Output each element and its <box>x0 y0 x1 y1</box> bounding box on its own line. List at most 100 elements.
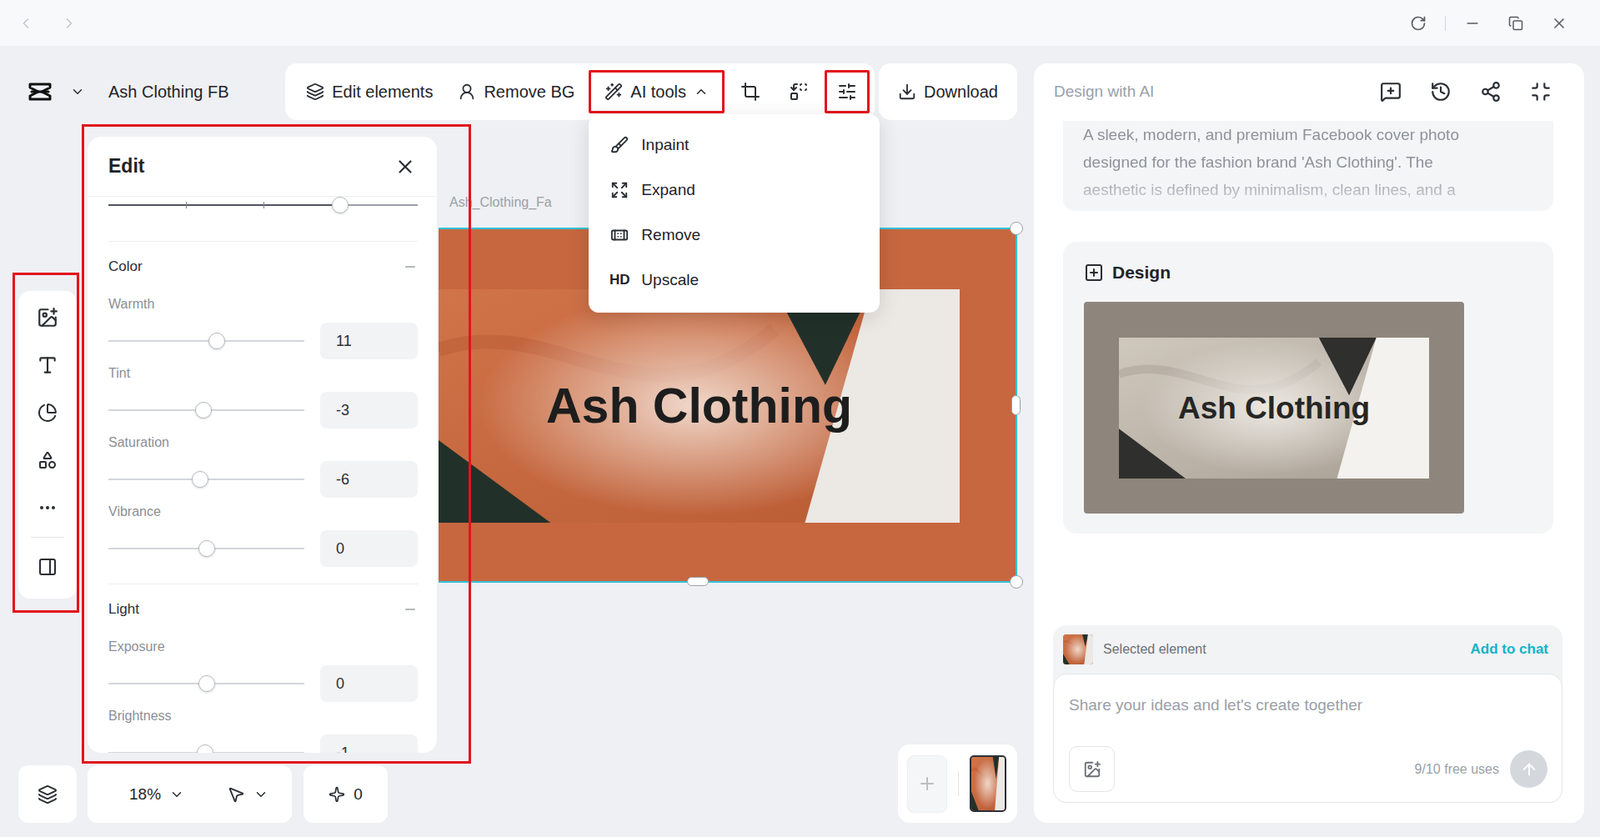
separator <box>108 240 418 242</box>
side-button[interactable] <box>25 391 70 435</box>
slider-thumb[interactable] <box>198 540 216 557</box>
slider[interactable] <box>108 744 305 753</box>
chevron-down-icon[interactable] <box>70 84 86 100</box>
slider[interactable] <box>108 401 305 419</box>
slider-label: Vibrance <box>108 503 418 521</box>
design-card-header: Design <box>1083 260 1554 286</box>
side-button[interactable] <box>25 343 70 387</box>
attach-image-button[interactable] <box>1068 746 1115 793</box>
prompt-card: A sleek, modern, and premium Facebook co… <box>1063 120 1554 211</box>
menu-item[interactable]: HDUpscale <box>588 257 880 303</box>
collapse-icon[interactable] <box>402 259 418 275</box>
side-toolbar <box>18 290 77 599</box>
slider-thumb[interactable] <box>191 471 209 488</box>
chat-input[interactable]: Share your ideas and let's create togeth… <box>1053 673 1563 803</box>
add-to-chat-button[interactable]: Add to chat <box>1470 641 1550 658</box>
page-thumbnail[interactable] <box>969 755 1007 813</box>
slider-tick <box>263 201 265 209</box>
share-icon[interactable] <box>1479 80 1502 103</box>
workspace: Ash Clothing FB Edit elementsRemove BGAI … <box>16 63 1021 823</box>
replace-icon <box>788 81 809 102</box>
shapes-icon <box>37 450 58 471</box>
project-title[interactable]: Ash Clothing FB <box>108 82 230 102</box>
side-button[interactable] <box>25 486 70 530</box>
value-field[interactable]: 0 <box>320 530 418 567</box>
layers-button[interactable] <box>18 765 77 823</box>
capcut-logo-icon <box>26 80 54 103</box>
design-heading: Ash Clothing <box>438 289 960 523</box>
minimize-icon[interactable] <box>1464 15 1481 32</box>
menu-item[interactable]: Expand <box>588 167 880 213</box>
crop-button[interactable] <box>727 70 773 114</box>
download-button[interactable]: Download <box>887 70 1009 114</box>
resize-handle[interactable] <box>1009 221 1024 236</box>
history-icon[interactable] <box>1429 80 1452 103</box>
menu-item[interactable]: Remove <box>588 212 880 258</box>
slider-thumb[interactable] <box>331 196 349 214</box>
slider-thumb[interactable] <box>208 332 226 350</box>
pointer-tool[interactable] <box>226 785 246 804</box>
slider[interactable] <box>108 471 305 488</box>
replace-button[interactable] <box>776 70 822 114</box>
slider-item: Warmth 11 <box>108 295 418 366</box>
section-header[interactable]: Light <box>108 601 418 618</box>
slider[interactable] <box>108 675 305 693</box>
pointer-menu[interactable] <box>253 787 269 803</box>
slider[interactable] <box>108 332 305 350</box>
add-page-button[interactable] <box>907 755 948 813</box>
value-field[interactable]: 0 <box>320 665 418 703</box>
brand-menu[interactable] <box>70 84 86 100</box>
adjust-button[interactable] <box>824 70 870 114</box>
new-chat-icon[interactable] <box>1379 80 1402 103</box>
zoom-menu[interactable] <box>169 787 185 803</box>
toolbar-button[interactable]: Remove BG <box>446 70 586 114</box>
side-button[interactable] <box>25 438 70 482</box>
side-button[interactable] <box>25 295 70 340</box>
collapse-panel-icon[interactable] <box>1529 80 1552 103</box>
menu-item-icon-slot <box>608 180 631 200</box>
slider[interactable] <box>108 196 418 214</box>
design-preview[interactable]: Ash Clothing <box>1083 301 1465 514</box>
toolbar-button[interactable]: Edit elements <box>295 70 444 114</box>
credits-pill[interactable]: 0 <box>303 765 388 823</box>
selected-element-art <box>1063 634 1094 665</box>
collapse-icon[interactable] <box>402 601 418 617</box>
forward-arrow-icon[interactable] <box>60 15 78 32</box>
slider-row: 0 <box>108 530 418 567</box>
value-field[interactable]: -1 <box>320 734 418 753</box>
value-field[interactable]: 11 <box>320 322 418 360</box>
selected-element-label: Selected element <box>1103 642 1207 658</box>
slider-label: Warmth <box>108 295 418 313</box>
value-field[interactable]: -3 <box>320 391 418 429</box>
more-icon <box>37 497 58 518</box>
value-field[interactable]: -6 <box>320 461 418 498</box>
design-icon <box>1083 262 1104 283</box>
send-button[interactable] <box>1509 750 1548 788</box>
refresh-icon[interactable] <box>1409 15 1427 32</box>
slider[interactable] <box>108 540 305 557</box>
close-icon[interactable] <box>1550 15 1568 32</box>
section-header[interactable]: Color <box>108 258 418 276</box>
resize-handle[interactable] <box>1009 575 1024 589</box>
window-controls <box>1409 15 1568 32</box>
slider-thumb[interactable] <box>198 675 216 693</box>
text-icon <box>36 354 59 377</box>
tool-pill: Edit elementsRemove BGAI toolsInpaintExp… <box>285 63 875 121</box>
chevron-up-icon <box>693 84 709 100</box>
toolbar-button[interactable]: AI tools <box>588 70 725 114</box>
zoom-value[interactable]: 18% <box>129 785 161 804</box>
plus-icon <box>917 773 938 794</box>
slider-thumb[interactable] <box>195 401 212 419</box>
back-arrow-icon[interactable] <box>17 15 35 32</box>
resize-handle[interactable] <box>687 576 709 587</box>
close-icon[interactable] <box>394 155 417 178</box>
edit-panel-body: ColorWarmth11Tint-3Saturation-6Vibrance0… <box>87 196 437 753</box>
resize-handle[interactable] <box>1011 395 1021 416</box>
bandage-icon <box>610 225 629 245</box>
separator <box>108 583 418 585</box>
side-button[interactable] <box>25 545 70 589</box>
menu-item[interactable]: Inpaint <box>588 122 880 168</box>
restore-icon[interactable] <box>1508 15 1524 31</box>
slider-thumb[interactable] <box>196 744 214 753</box>
slider-item: Saturation-6 <box>108 434 418 504</box>
